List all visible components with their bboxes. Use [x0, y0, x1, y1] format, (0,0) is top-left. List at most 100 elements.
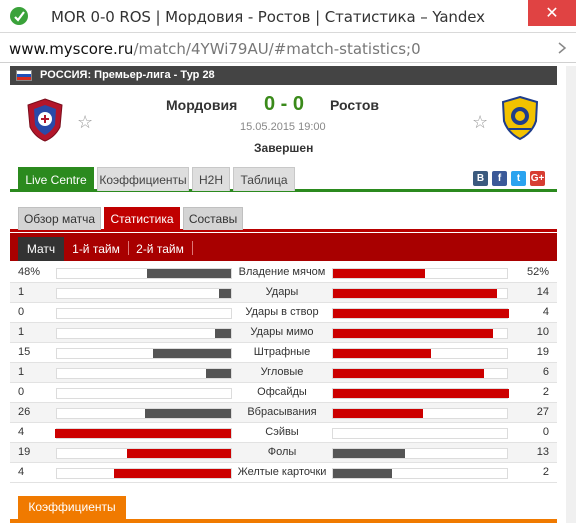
- tab-live-centre[interactable]: Live Centre: [18, 167, 94, 191]
- stat-row: 1 Угловые 6: [10, 363, 557, 383]
- stat-home-bar-fill: [55, 429, 231, 438]
- tab-match-overview[interactable]: Обзор матча: [18, 207, 101, 230]
- stat-home-bar: [56, 468, 232, 479]
- stat-away-value: 52%: [526, 266, 549, 278]
- stat-home-bar: [56, 408, 232, 419]
- address-bar[interactable]: www.myscore.ru/match/4YWi79AU/#match-sta…: [0, 33, 576, 63]
- stat-away-value: 4: [542, 306, 549, 318]
- favorite-away-icon[interactable]: ☆: [472, 112, 488, 133]
- stat-home-bar: [56, 328, 232, 339]
- match-score: 0 - 0: [264, 93, 305, 115]
- tab-odds-section[interactable]: Коэффициенты: [18, 496, 126, 519]
- stat-home-bar: [56, 288, 232, 299]
- url-field[interactable]: www.myscore.ru/match/4YWi79AU/#match-sta…: [9, 40, 421, 58]
- stat-away-value: 2: [542, 386, 549, 398]
- stat-home-value: 1: [18, 326, 25, 338]
- stat-away-bar-fill: [333, 409, 423, 418]
- stat-label: Желтые карточки: [237, 466, 327, 478]
- tab-odds[interactable]: Коэффициенты: [97, 167, 189, 191]
- stat-away-bar: [332, 368, 508, 379]
- stat-home-value: 1: [18, 286, 25, 298]
- tab-statistics[interactable]: Статистика: [104, 207, 180, 230]
- stat-away-bar-fill: [333, 309, 509, 318]
- stat-label: Удары мимо: [250, 326, 314, 338]
- stat-away-bar: [332, 428, 508, 439]
- stat-away-bar-fill: [333, 289, 498, 298]
- league-header[interactable]: РОССИЯ: Премьер-лига - Тур 28: [10, 66, 557, 85]
- stat-label: Сэйвы: [265, 426, 299, 438]
- stat-home-value: 0: [18, 306, 25, 318]
- stat-away-value: 27: [536, 406, 549, 418]
- tab-h2h[interactable]: H2H: [192, 167, 230, 191]
- yandex-browser-icon: [10, 7, 28, 25]
- stat-away-bar: [332, 348, 508, 359]
- twitter-icon[interactable]: t: [511, 171, 526, 186]
- match-datetime: 15.05.2015 19:00: [240, 121, 326, 133]
- stat-away-bar-fill: [333, 449, 405, 458]
- stat-home-value: 15: [18, 346, 31, 358]
- stat-away-bar-fill: [333, 329, 493, 338]
- facebook-icon[interactable]: f: [492, 171, 507, 186]
- away-team-name[interactable]: Ростов: [330, 97, 379, 113]
- googleplus-icon[interactable]: G+: [530, 171, 545, 186]
- stat-home-bar: [56, 368, 232, 379]
- stat-row: 19 Фолы 13: [10, 443, 557, 463]
- stat-row: 15 Штрафные 19: [10, 343, 557, 363]
- page-scrollbar[interactable]: [566, 66, 576, 523]
- stat-away-bar: [332, 268, 508, 279]
- stat-row: 0 Офсайды 2: [10, 383, 557, 403]
- address-scroll-icon[interactable]: [556, 41, 568, 55]
- stat-home-bar-fill: [153, 349, 231, 358]
- stat-away-value: 2: [542, 466, 549, 478]
- stat-label: Удары: [265, 286, 299, 298]
- favorite-home-icon[interactable]: ☆: [77, 112, 93, 133]
- stat-away-bar: [332, 388, 509, 399]
- match-status: Завершен: [254, 141, 314, 155]
- main-tabs: Live Centre Коэффициенты H2H Таблица B f…: [10, 167, 557, 192]
- stat-home-bar: [56, 268, 232, 279]
- rostov-crest-icon[interactable]: [500, 95, 540, 141]
- stat-away-value: 10: [536, 326, 549, 338]
- tab-period-first-half[interactable]: 1-й тайм: [67, 237, 125, 261]
- period-separator: [192, 241, 193, 255]
- league-name[interactable]: РОССИЯ: Премьер-лига - Тур 28: [40, 69, 215, 81]
- stat-home-bar-fill: [144, 409, 231, 418]
- vk-icon[interactable]: B: [473, 171, 488, 186]
- tab-lineups[interactable]: Составы: [183, 207, 243, 230]
- sub-tabs: Обзор матча Статистика Составы: [10, 207, 557, 232]
- url-host: www.myscore.ru: [9, 40, 134, 58]
- stat-home-bar-fill: [205, 369, 231, 378]
- home-team-name[interactable]: Мордовия: [166, 97, 237, 113]
- stat-home-bar: [56, 308, 232, 319]
- stat-row: 0 Удары в створ 4: [10, 303, 557, 323]
- stat-home-bar: [56, 388, 232, 399]
- stat-label: Угловые: [260, 366, 304, 378]
- window-title: MOR 0-0 ROS | Мордовия - Ростов | Статис…: [51, 8, 485, 26]
- stat-home-bar-fill: [219, 289, 231, 298]
- mordovia-crest-icon[interactable]: [25, 97, 65, 143]
- stat-away-bar: [332, 308, 509, 319]
- tab-period-match[interactable]: Матч: [18, 237, 64, 261]
- stat-away-value: 14: [536, 286, 549, 298]
- stat-home-bar-fill: [215, 329, 231, 338]
- tab-table[interactable]: Таблица: [233, 167, 295, 191]
- stat-label: Фолы: [267, 446, 297, 458]
- stat-home-bar: [55, 428, 232, 439]
- match-header: ☆ Мордовия 0 - 0 Ростов 15.05.2015 19:00…: [10, 85, 557, 163]
- stat-away-bar: [332, 288, 508, 299]
- stat-label: Удары в створ: [245, 306, 319, 318]
- stat-row: 1 Удары 14: [10, 283, 557, 303]
- stat-away-value: 0: [542, 426, 549, 438]
- url-path: /match/4YWi79AU/#match-statistics;0: [133, 40, 421, 58]
- tab-period-second-half[interactable]: 2-й тайм: [131, 237, 189, 261]
- stat-row: 4 Сэйвы 0: [10, 423, 557, 443]
- russia-flag-icon: [16, 70, 32, 81]
- stat-row: 1 Удары мимо 10: [10, 323, 557, 343]
- stat-label: Вбрасывания: [247, 406, 317, 418]
- stat-home-bar-fill: [126, 449, 231, 458]
- close-window-button[interactable]: ✕: [528, 0, 576, 26]
- stat-home-bar: [56, 348, 232, 359]
- period-tabs: Матч 1-й тайм 2-й тайм: [10, 233, 557, 261]
- stat-away-bar-fill: [333, 349, 432, 358]
- stat-away-bar: [332, 448, 508, 459]
